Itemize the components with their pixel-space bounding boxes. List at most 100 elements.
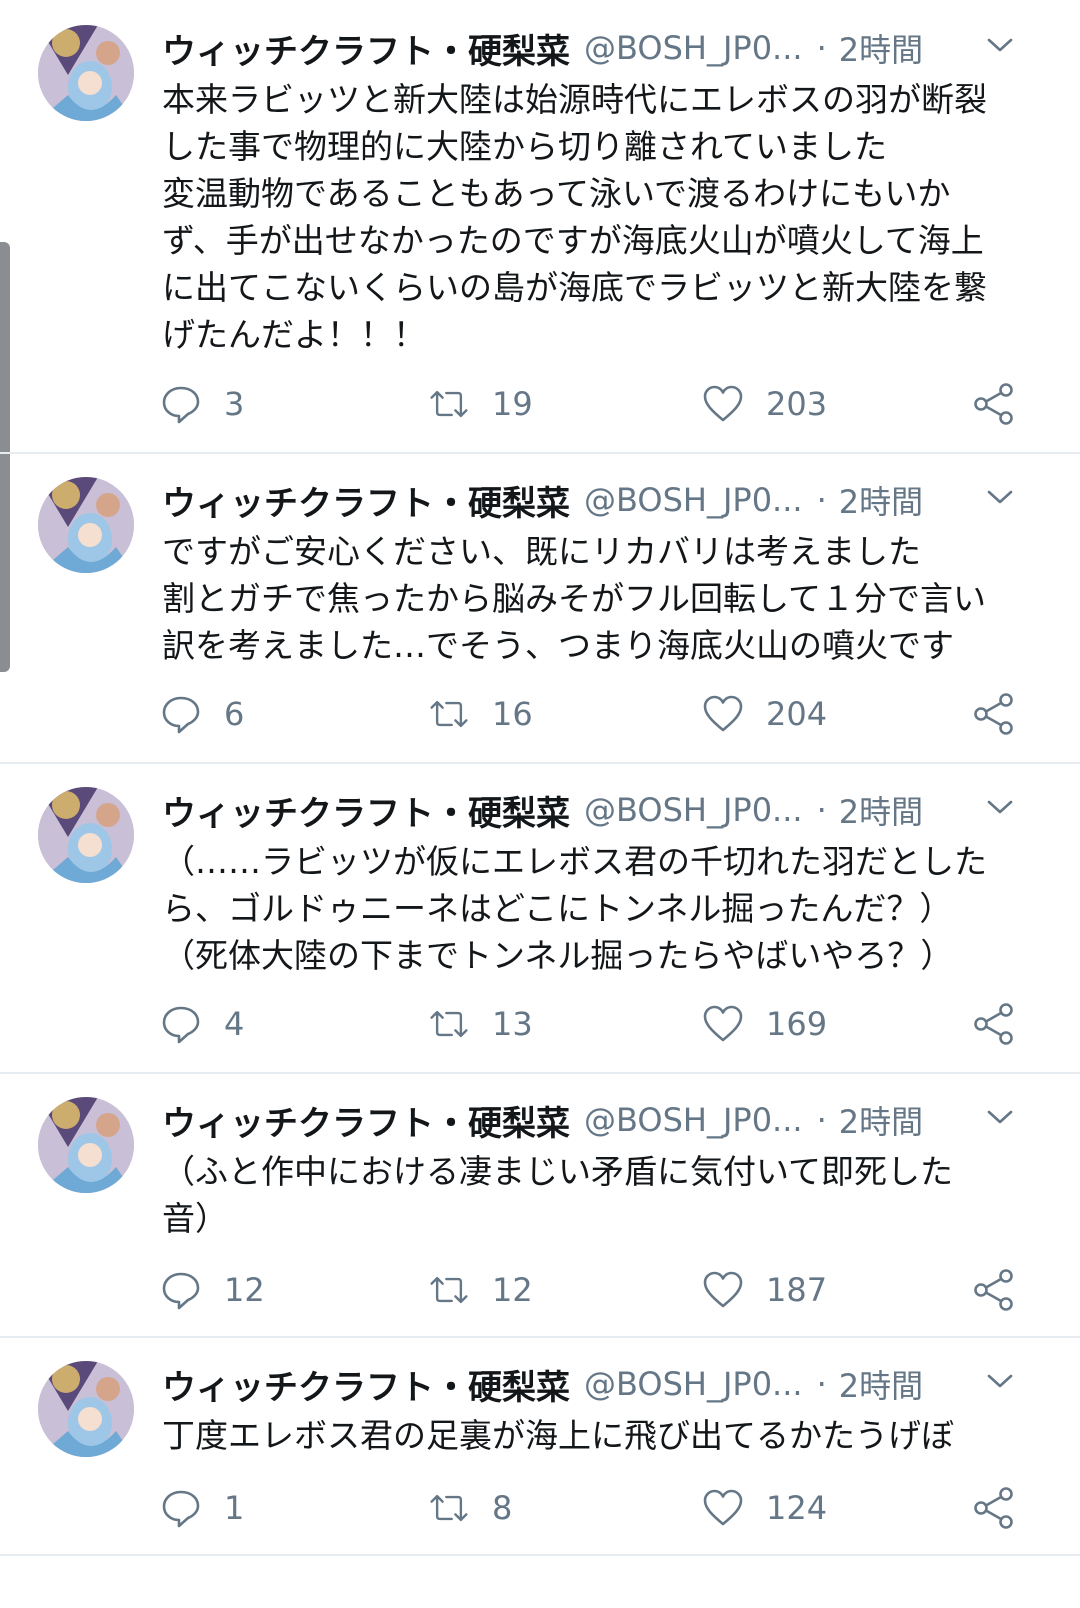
like-button[interactable]: 204 — [702, 684, 827, 744]
retweet-count: 16 — [492, 695, 533, 733]
tweet-actions: 12 12 187 — [0, 1260, 1080, 1320]
tweet[interactable]: ウィッチクラフト・硬梨菜 @BOSH_JP0... · 2時間 （……ラビッツが… — [0, 764, 1080, 1072]
like-count: 169 — [766, 1005, 828, 1043]
tweet-text: 丁度エレボス君の足裏が海上に飛び出てるかたうげぼ — [162, 1416, 954, 1455]
timestamp[interactable]: 2時間 — [839, 477, 923, 523]
tweet[interactable]: ウィッチクラフト・硬梨菜 @BOSH_JP0... · 2時間 本来ラビッツと新… — [0, 0, 1080, 452]
tweet-header: ウィッチクラフト・硬梨菜 @BOSH_JP0... · 2時間 — [162, 23, 923, 73]
separator-dot: · — [816, 1101, 827, 1139]
user-handle[interactable]: @BOSH_JP0... — [584, 791, 803, 829]
retweet-icon — [430, 700, 468, 728]
reply-icon — [162, 386, 200, 424]
retweet-count: 12 — [492, 1271, 533, 1309]
heart-icon — [703, 1271, 743, 1308]
avatar[interactable] — [38, 25, 134, 121]
tweet[interactable]: ウィッチクラフト・硬梨菜 @BOSH_JP0... · 2時間 （ふと作中におけ… — [0, 1074, 1080, 1336]
retweet-icon — [430, 1010, 468, 1038]
tweet-actions: 1 8 124 — [0, 1478, 1080, 1538]
tweet[interactable]: ウィッチクラフト・硬梨菜 @BOSH_JP0... · 2時間 ですがご安心くだ… — [0, 454, 1080, 762]
retweet-icon — [430, 390, 468, 418]
avatar[interactable] — [38, 787, 134, 883]
tweet-text: 本来ラビッツと新大陸は始源時代にエレボスの羽が断裂 した事で物理的に大陸から切り… — [162, 80, 987, 354]
retweet-icon — [430, 1494, 468, 1522]
reply-button[interactable]: 12 — [160, 1260, 265, 1320]
like-button[interactable]: 124 — [702, 1478, 827, 1538]
reply-icon — [162, 696, 200, 734]
heart-icon — [703, 1005, 743, 1042]
user-handle[interactable]: @BOSH_JP0... — [584, 481, 803, 519]
chevron-down-icon[interactable] — [985, 30, 1015, 60]
timestamp[interactable]: 2時間 — [839, 1097, 923, 1143]
tweet[interactable]: ウィッチクラフト・硬梨菜 @BOSH_JP0... · 2時間 丁度エレボス君の… — [0, 1338, 1080, 1554]
timestamp[interactable]: 2時間 — [839, 25, 923, 71]
separator-dot: · — [816, 481, 827, 519]
separator-dot: · — [816, 1365, 827, 1403]
heart-icon — [703, 695, 743, 732]
timestamp[interactable]: 2時間 — [839, 1361, 923, 1407]
share-icon[interactable] — [972, 1268, 1016, 1312]
share-icon[interactable] — [972, 1002, 1016, 1046]
like-button[interactable]: 187 — [702, 1260, 827, 1320]
reply-icon — [162, 1006, 200, 1044]
reply-button[interactable]: 1 — [160, 1478, 244, 1538]
tweet-actions: 3 19 203 — [0, 374, 1080, 434]
user-handle[interactable]: @BOSH_JP0... — [584, 29, 803, 67]
retweet-button[interactable]: 16 — [428, 684, 533, 744]
chevron-down-icon[interactable] — [985, 792, 1015, 822]
like-count: 187 — [766, 1271, 828, 1309]
share-icon[interactable] — [972, 382, 1016, 426]
timestamp[interactable]: 2時間 — [839, 787, 923, 833]
reply-count: 3 — [224, 385, 245, 423]
tweet-header: ウィッチクラフト・硬梨菜 @BOSH_JP0... · 2時間 — [162, 1359, 923, 1409]
reply-icon — [162, 1490, 200, 1528]
divider — [0, 1554, 1080, 1556]
reply-button[interactable]: 6 — [160, 684, 244, 744]
retweet-button[interactable]: 19 — [428, 374, 533, 434]
like-count: 203 — [766, 385, 828, 423]
separator-dot: · — [816, 791, 827, 829]
tweet-text: ですがご安心ください、既にリカバリは考えました 割とガチで焦ったから脳みそがフル… — [162, 532, 987, 665]
chevron-down-icon[interactable] — [985, 1366, 1015, 1396]
retweet-icon — [430, 1276, 468, 1304]
like-button[interactable]: 169 — [702, 994, 827, 1054]
display-name[interactable]: ウィッチクラフト・硬梨菜 — [162, 1360, 570, 1409]
retweet-button[interactable]: 13 — [428, 994, 533, 1054]
reply-button[interactable]: 4 — [160, 994, 244, 1054]
tweet-actions: 4 13 169 — [0, 994, 1080, 1054]
tweet-actions: 6 16 204 — [0, 684, 1080, 744]
display-name[interactable]: ウィッチクラフト・硬梨菜 — [162, 1096, 570, 1145]
avatar[interactable] — [38, 477, 134, 573]
like-button[interactable]: 203 — [702, 374, 827, 434]
share-icon[interactable] — [972, 692, 1016, 736]
retweet-count: 8 — [492, 1489, 513, 1527]
tweet-header: ウィッチクラフト・硬梨菜 @BOSH_JP0... · 2時間 — [162, 475, 923, 525]
user-handle[interactable]: @BOSH_JP0... — [584, 1101, 803, 1139]
retweet-count: 19 — [492, 385, 533, 423]
tweet-header: ウィッチクラフト・硬梨菜 @BOSH_JP0... · 2時間 — [162, 785, 923, 835]
display-name[interactable]: ウィッチクラフト・硬梨菜 — [162, 476, 570, 525]
retweet-count: 13 — [492, 1005, 533, 1043]
like-count: 124 — [766, 1489, 828, 1527]
display-name[interactable]: ウィッチクラフト・硬梨菜 — [162, 24, 570, 73]
display-name[interactable]: ウィッチクラフト・硬梨菜 — [162, 786, 570, 835]
heart-icon — [703, 385, 743, 422]
reply-icon — [162, 1272, 200, 1310]
reply-count: 4 — [224, 1005, 245, 1043]
reply-button[interactable]: 3 — [160, 374, 244, 434]
tweet-text: （……ラビッツが仮にエレボス君の千切れた羽だとした ら、ゴルドゥニーネはどこにト… — [162, 842, 987, 975]
tweet-text: （ふと作中における凄まじい矛盾に気付いて即死した 音） — [162, 1152, 954, 1238]
retweet-button[interactable]: 12 — [428, 1260, 533, 1320]
reply-count: 6 — [224, 695, 245, 733]
separator-dot: · — [816, 29, 827, 67]
user-handle[interactable]: @BOSH_JP0... — [584, 1365, 803, 1403]
avatar[interactable] — [38, 1097, 134, 1193]
avatar[interactable] — [38, 1361, 134, 1457]
heart-icon — [703, 1489, 743, 1526]
chevron-down-icon[interactable] — [985, 1102, 1015, 1132]
reply-count: 1 — [224, 1489, 245, 1527]
retweet-button[interactable]: 8 — [428, 1478, 512, 1538]
chevron-down-icon[interactable] — [985, 482, 1015, 512]
share-icon[interactable] — [972, 1486, 1016, 1530]
like-count: 204 — [766, 695, 828, 733]
tweet-header: ウィッチクラフト・硬梨菜 @BOSH_JP0... · 2時間 — [162, 1095, 923, 1145]
